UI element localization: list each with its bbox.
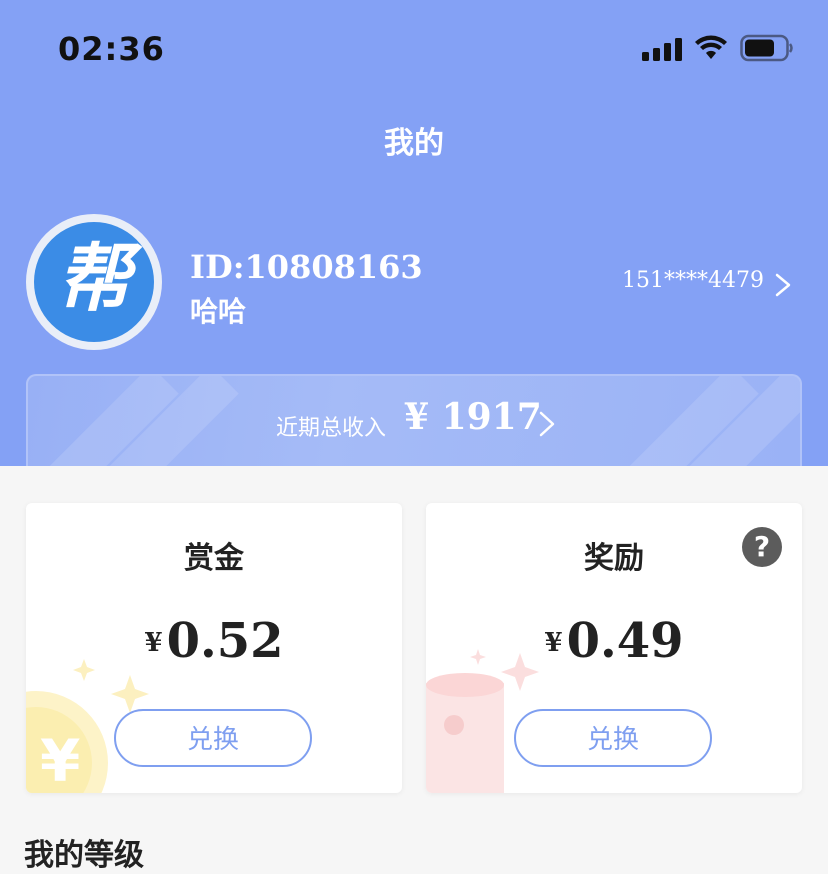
income-card[interactable]: 近期总收入 ¥ 1917 bbox=[26, 374, 802, 466]
chevron-right-icon[interactable] bbox=[772, 272, 794, 298]
avatar-logo: 帮 bbox=[34, 222, 154, 342]
avatar[interactable]: 帮 bbox=[26, 214, 162, 350]
income-value: ¥ 1917 bbox=[404, 396, 542, 438]
bounty-title: 赏金 bbox=[184, 541, 244, 576]
help-icon[interactable]: ? bbox=[742, 527, 782, 567]
reward-exchange-button[interactable]: 兑换 bbox=[514, 709, 712, 767]
svg-text:¥: ¥ bbox=[40, 727, 80, 793]
svg-text:帮: 帮 bbox=[57, 236, 143, 322]
reward-amount: ¥0.49 bbox=[544, 613, 684, 669]
reward-card: 奖励 ? ¥0.49 兑换 bbox=[426, 503, 802, 793]
bounty-card: ¥ 赏金 ¥0.52 兑换 bbox=[26, 503, 402, 793]
level-section-title: 我的等级 bbox=[24, 838, 144, 873]
phone-number[interactable]: 151****4479 bbox=[622, 268, 764, 293]
income-label: 近期总收入 bbox=[276, 416, 387, 441]
page-title: 我的 bbox=[384, 126, 444, 161]
chevron-right-icon bbox=[539, 411, 555, 437]
signal-icon bbox=[642, 35, 682, 61]
bounty-amount: ¥0.52 bbox=[144, 613, 284, 669]
bounty-exchange-button[interactable]: 兑换 bbox=[114, 709, 312, 767]
user-id: ID:10808163 bbox=[190, 248, 423, 286]
user-name: 哈哈 bbox=[190, 295, 247, 328]
wifi-icon bbox=[695, 35, 727, 59]
logo-icon: 帮 bbox=[57, 236, 143, 322]
battery-icon bbox=[740, 34, 793, 62]
status-time: 02:36 bbox=[58, 30, 165, 68]
status-icons bbox=[642, 34, 794, 62]
